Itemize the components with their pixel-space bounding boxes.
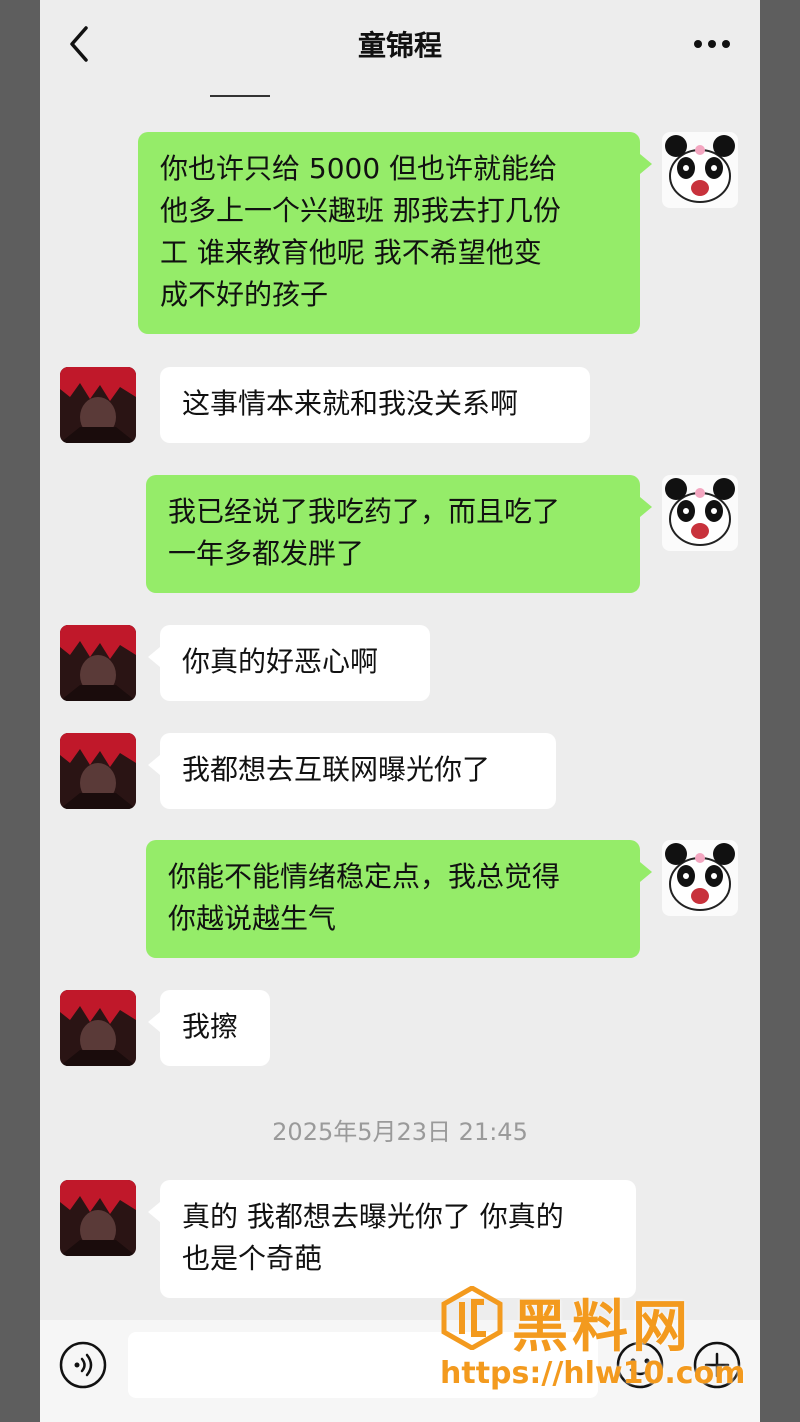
message-bubble-other[interactable]: 真的 我都想去曝光你了 你真的 也是个奇葩 xyxy=(160,1180,636,1298)
red-hair-anime-avatar-icon xyxy=(60,367,136,443)
partial-message-fragment xyxy=(210,95,270,97)
red-hair-anime-avatar-icon xyxy=(60,990,136,1066)
bubble-tail xyxy=(640,497,652,517)
panda-avatar-icon xyxy=(662,475,738,551)
more-dots-icon[interactable] xyxy=(692,34,732,54)
bubble-tail xyxy=(148,647,160,667)
message-bubble-other[interactable]: 这事情本来就和我没关系啊 xyxy=(160,367,590,443)
right-backdrop xyxy=(760,0,800,1422)
avatar-other[interactable] xyxy=(60,367,136,443)
chat-title: 童锦程 xyxy=(357,29,442,62)
avatar-self[interactable] xyxy=(662,840,738,916)
red-hair-anime-avatar-icon xyxy=(60,733,136,809)
chat-screen: 童锦程 你也许只给 5000 但也许就能给 他多上一个兴趣班 那我去打几份 工 … xyxy=(40,0,760,1422)
chat-timestamp: 2025年5月23日 21:45 xyxy=(272,1118,528,1146)
message-bubble-self[interactable]: 我已经说了我吃药了，而且吃了 一年多都发胖了 xyxy=(146,475,640,593)
avatar-self[interactable] xyxy=(662,475,738,551)
message-bubble-other[interactable]: 你真的好恶心啊 xyxy=(160,625,430,701)
emoji-icon[interactable] xyxy=(615,1340,665,1390)
left-backdrop xyxy=(0,0,40,1422)
message-bubble-self[interactable]: 你也许只给 5000 但也许就能给 他多上一个兴趣班 那我去打几份 工 谁来教育… xyxy=(138,132,640,334)
panda-avatar-icon xyxy=(662,840,738,916)
input-bar xyxy=(40,1320,760,1422)
message-bubble-other[interactable]: 我都想去互联网曝光你了 xyxy=(160,733,556,809)
navigation-bar: 童锦程 xyxy=(40,0,760,90)
avatar-other[interactable] xyxy=(60,625,136,701)
message-input[interactable] xyxy=(128,1332,598,1398)
avatar-other[interactable] xyxy=(60,733,136,809)
bubble-tail xyxy=(640,862,652,882)
avatar-other[interactable] xyxy=(60,1180,136,1256)
voice-icon[interactable] xyxy=(58,1340,108,1390)
plus-icon[interactable] xyxy=(692,1340,742,1390)
red-hair-anime-avatar-icon xyxy=(60,625,136,701)
red-hair-anime-avatar-icon xyxy=(60,1180,136,1256)
message-bubble-other[interactable]: 我擦 xyxy=(160,990,270,1066)
bubble-tail xyxy=(148,755,160,775)
panda-avatar-icon xyxy=(662,132,738,208)
bubble-tail xyxy=(640,154,652,174)
message-bubble-self[interactable]: 你能不能情绪稳定点，我总觉得 你越说越生气 xyxy=(146,840,640,958)
bubble-tail xyxy=(148,1202,160,1222)
bubble-tail xyxy=(148,1012,160,1032)
avatar-other[interactable] xyxy=(60,990,136,1066)
avatar-self[interactable] xyxy=(662,132,738,208)
